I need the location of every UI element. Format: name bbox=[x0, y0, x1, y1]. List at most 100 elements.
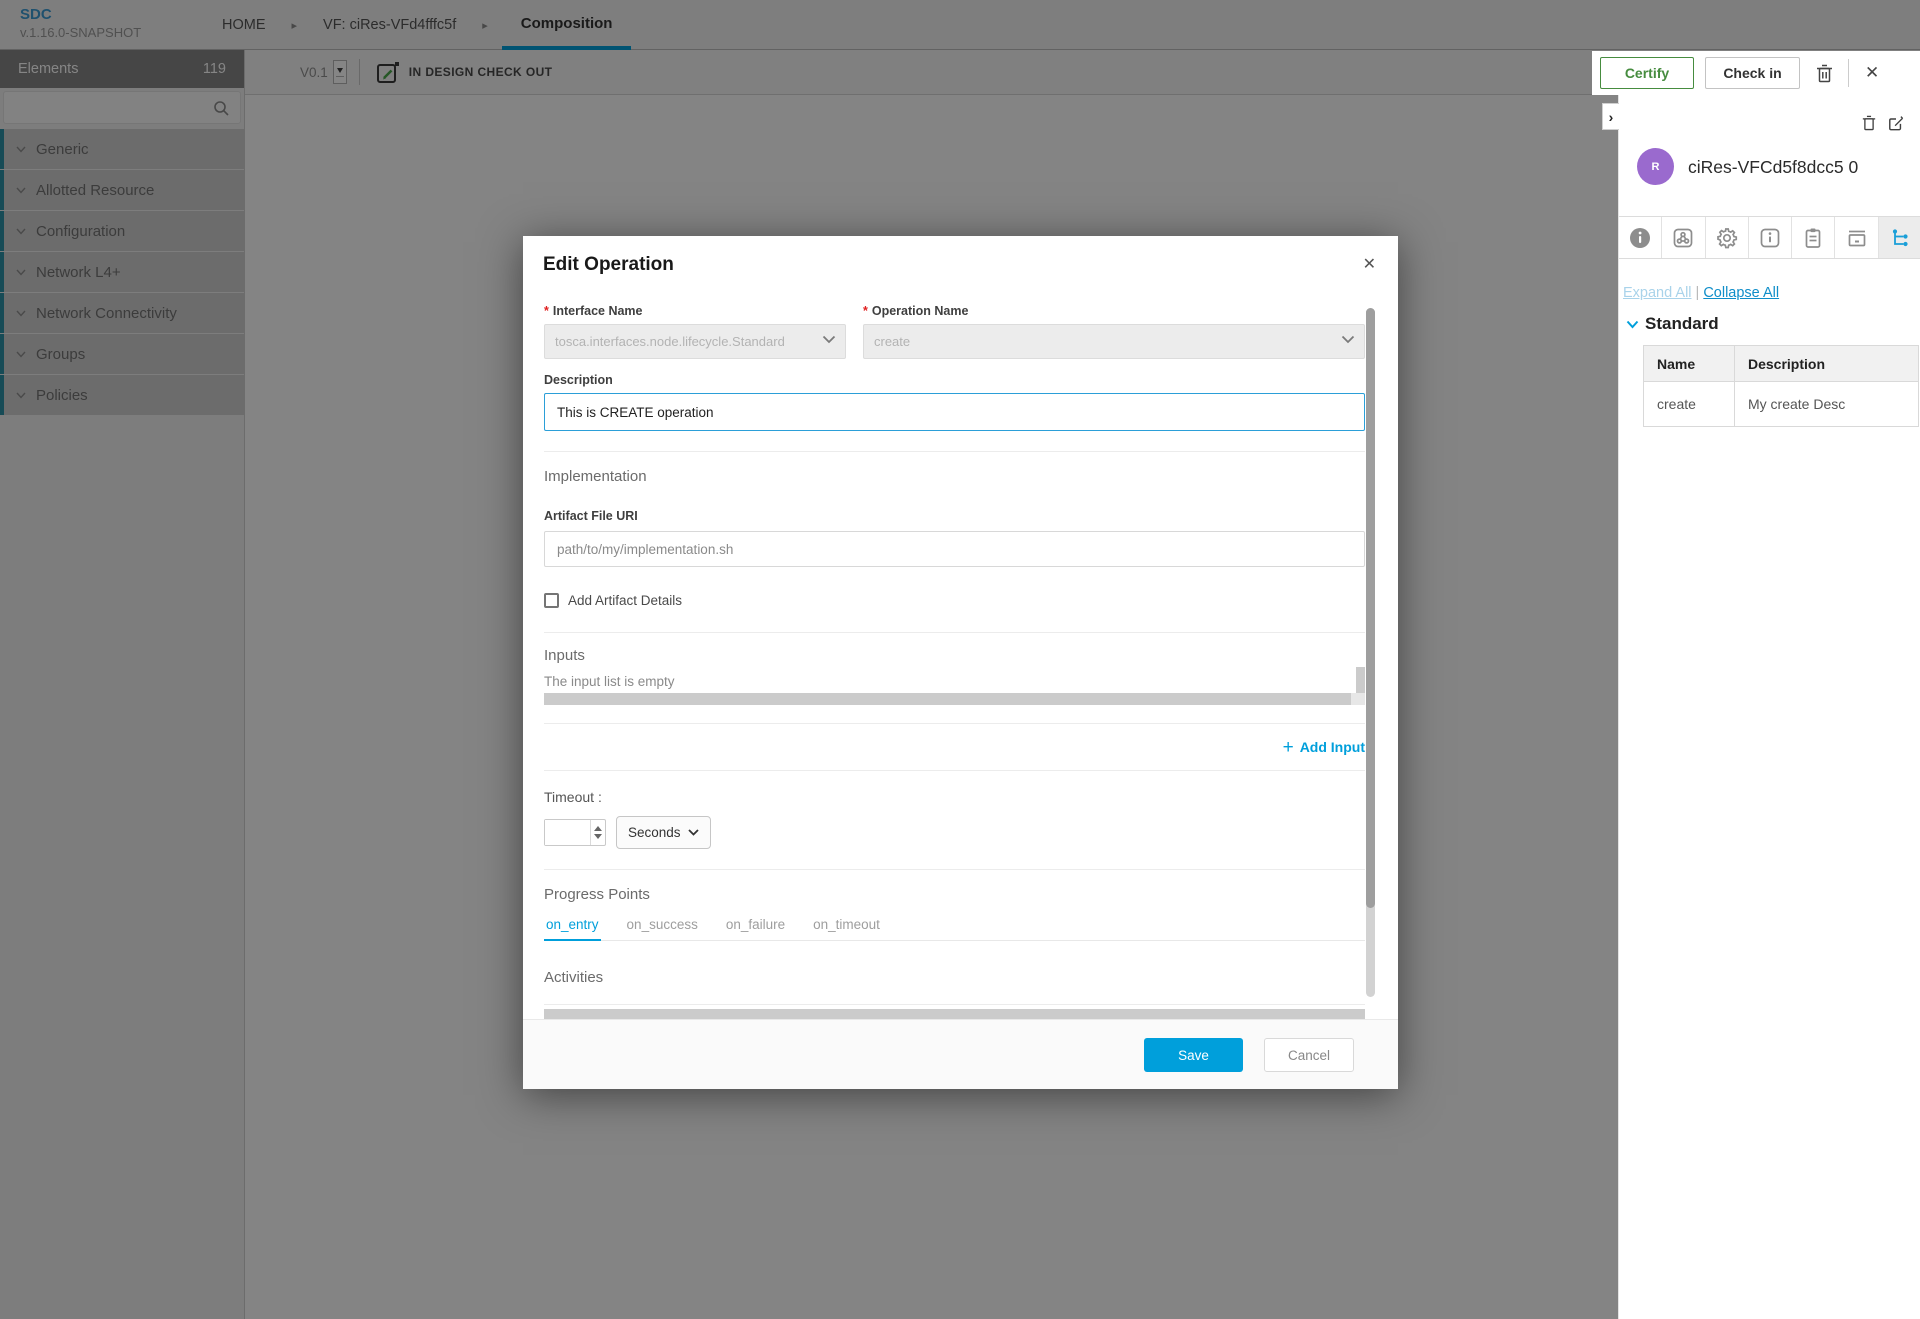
panel-tab-bar bbox=[1619, 216, 1920, 259]
link-separator: | bbox=[1692, 285, 1704, 301]
modal-content: * Interface Name *Operation Name tosca.in… bbox=[523, 286, 1398, 1019]
add-input-button[interactable]: + Add Input bbox=[1283, 738, 1365, 757]
plus-icon: + bbox=[1283, 738, 1294, 757]
modal-footer: Save Cancel bbox=[523, 1019, 1398, 1089]
unit-label: Seconds bbox=[628, 825, 681, 840]
add-input-label: Add Input bbox=[1300, 739, 1365, 755]
progress-points-heading: Progress Points bbox=[544, 886, 1365, 903]
tab-artifacts-icon[interactable] bbox=[1662, 217, 1705, 258]
avatar: R bbox=[1637, 148, 1674, 185]
tab-settings-gear-icon[interactable] bbox=[1706, 217, 1749, 258]
activities-heading: Activities bbox=[544, 969, 1365, 986]
scrollbar-track bbox=[1351, 693, 1365, 705]
add-input-row: + Add Input bbox=[544, 724, 1365, 770]
timeout-label: Timeout : bbox=[544, 789, 1365, 805]
modal-header: Edit Operation ✕ bbox=[523, 236, 1398, 286]
action-divider bbox=[1848, 59, 1849, 87]
table-row[interactable]: create My create Desc bbox=[1644, 382, 1919, 427]
artifact-uri-label: Artifact File URI bbox=[544, 509, 1365, 523]
chevron-down-icon bbox=[822, 335, 836, 344]
close-icon[interactable]: ✕ bbox=[1865, 63, 1879, 83]
timeout-controls: Seconds bbox=[544, 815, 1365, 849]
chevron-down-icon bbox=[1341, 335, 1355, 344]
certify-button[interactable]: Certify bbox=[1600, 57, 1694, 89]
tab-on-timeout[interactable]: on_timeout bbox=[811, 917, 882, 940]
tab-deployment-box-icon[interactable] bbox=[1835, 217, 1878, 258]
inputs-scroll-area bbox=[544, 693, 1365, 705]
timeout-input[interactable] bbox=[545, 820, 589, 845]
close-icon[interactable]: ✕ bbox=[1363, 254, 1376, 274]
selected-value: create bbox=[874, 334, 910, 349]
implementation-heading: Implementation bbox=[544, 468, 1365, 485]
checkbox-unchecked-icon[interactable] bbox=[544, 593, 559, 608]
standard-section-toggle[interactable]: Standard bbox=[1626, 314, 1719, 334]
cell-name: create bbox=[1644, 382, 1735, 427]
selected-value: tosca.interfaces.node.lifecycle.Standard bbox=[555, 334, 785, 349]
horizontal-scrollbar[interactable] bbox=[544, 693, 1351, 705]
col-description: Description bbox=[1735, 346, 1919, 382]
caret-up-icon bbox=[594, 826, 602, 831]
label-text: Interface Name bbox=[553, 304, 643, 318]
timeout-unit-select[interactable]: Seconds bbox=[616, 816, 711, 849]
modal-scrollbar-thumb[interactable] bbox=[1366, 308, 1375, 908]
description-input[interactable] bbox=[544, 393, 1365, 431]
tab-information-square-icon[interactable] bbox=[1749, 217, 1792, 258]
panel-top-actions bbox=[1862, 115, 1904, 131]
collapse-all-link[interactable]: Collapse All bbox=[1703, 285, 1779, 301]
vertical-scrollbar[interactable] bbox=[1356, 667, 1365, 693]
interface-name-label: * Interface Name bbox=[544, 304, 846, 318]
tab-operations-tree-icon[interactable] bbox=[1879, 217, 1920, 258]
trash-icon[interactable] bbox=[1862, 115, 1876, 131]
tab-requirements-clipboard-icon[interactable] bbox=[1792, 217, 1835, 258]
chevron-down-icon bbox=[688, 829, 699, 836]
label-text: Operation Name bbox=[872, 304, 969, 318]
section-title: Standard bbox=[1645, 314, 1719, 334]
lifecycle-action-bar: Certify Check in ✕ bbox=[1592, 51, 1920, 95]
tab-info-circle-icon[interactable] bbox=[1619, 217, 1662, 258]
artifact-uri-input[interactable] bbox=[544, 531, 1365, 567]
delete-trash-icon[interactable] bbox=[1816, 64, 1833, 83]
component-title: ciRes-VFCd5f8dcc5 0 bbox=[1688, 157, 1858, 178]
modal-backdrop bbox=[1592, 95, 1618, 1319]
expand-all-link[interactable]: Expand All bbox=[1623, 285, 1692, 301]
edit-pencil-icon[interactable] bbox=[1888, 115, 1904, 131]
description-label: Description bbox=[544, 373, 1365, 387]
sdc-composition-screen: SDC v.1.16.0-SNAPSHOT HOME ▸ VF: ciRes-V… bbox=[0, 0, 1920, 1319]
tab-on-failure[interactable]: on_failure bbox=[724, 917, 787, 940]
required-mark: * bbox=[544, 304, 549, 318]
expand-collapse-links: Expand All|Collapse All bbox=[1623, 285, 1779, 301]
checkbox-label: Add Artifact Details bbox=[568, 593, 682, 608]
operation-name-label: *Operation Name bbox=[863, 304, 1365, 318]
inputs-heading: Inputs bbox=[544, 647, 1365, 664]
operations-table: Name Description create My create Desc bbox=[1643, 345, 1919, 427]
activities-scroll-area bbox=[544, 1009, 1365, 1019]
cancel-button[interactable]: Cancel bbox=[1264, 1038, 1354, 1072]
name-fields: * Interface Name *Operation Name tosca.in… bbox=[544, 304, 1365, 359]
modal-backdrop bbox=[0, 0, 1920, 51]
divider bbox=[544, 451, 1365, 452]
interface-name-select[interactable]: tosca.interfaces.node.lifecycle.Standard bbox=[544, 324, 846, 359]
col-name: Name bbox=[1644, 346, 1735, 382]
save-button[interactable]: Save bbox=[1144, 1038, 1243, 1072]
cell-description: My create Desc bbox=[1735, 382, 1919, 427]
divider bbox=[544, 770, 1365, 771]
panel-collapse-icon[interactable]: › bbox=[1602, 103, 1619, 130]
modal-scrollbar-track[interactable] bbox=[1366, 308, 1375, 997]
progress-points-tabs: on_entry on_success on_failure on_timeou… bbox=[544, 917, 1365, 941]
check-in-button[interactable]: Check in bbox=[1705, 57, 1800, 89]
horizontal-scrollbar[interactable] bbox=[544, 1009, 1365, 1019]
edit-operation-modal: Edit Operation ✕ * Interface Name *Operat… bbox=[523, 236, 1398, 1089]
divider bbox=[544, 632, 1365, 633]
stepper-arrows[interactable] bbox=[590, 820, 605, 845]
add-artifact-checkbox-row[interactable]: Add Artifact Details bbox=[544, 593, 1365, 608]
tab-on-entry[interactable]: on_entry bbox=[544, 917, 601, 941]
caret-down-icon bbox=[594, 834, 602, 839]
modal-title: Edit Operation bbox=[543, 254, 674, 276]
chevron-down-icon bbox=[1626, 320, 1639, 329]
table-header-row: Name Description bbox=[1644, 346, 1919, 382]
component-details-panel: › R ciRes-VFCd5f8dcc5 0 bbox=[1618, 95, 1920, 1319]
tab-on-success[interactable]: on_success bbox=[625, 917, 700, 940]
operation-name-select[interactable]: create bbox=[863, 324, 1365, 359]
timeout-stepper bbox=[544, 819, 606, 846]
inputs-empty-message: The input list is empty bbox=[544, 674, 1365, 689]
